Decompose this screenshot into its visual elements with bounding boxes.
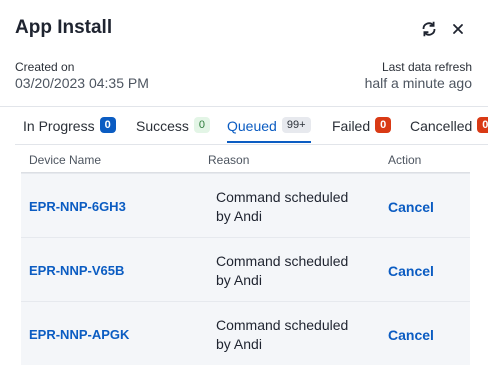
tab-label: In Progress: [23, 118, 95, 134]
created-label: Created on: [15, 60, 75, 74]
count-badge: 99+: [281, 117, 311, 133]
tab-success[interactable]: Success 0: [136, 117, 211, 145]
device-name-link[interactable]: EPR-NNP-APGK: [29, 327, 129, 342]
column-header-device: Device Name: [29, 153, 102, 167]
reason-text: Command scheduled by Andi: [216, 188, 366, 226]
table-row: EPR-NNP-6GH3 Command scheduled by Andi C…: [21, 173, 470, 237]
tab-label: Queued: [227, 118, 277, 134]
close-button[interactable]: [447, 18, 469, 40]
page-title: App Install: [15, 17, 113, 38]
last-refresh-value: half a minute ago: [364, 75, 472, 91]
device-name-link[interactable]: EPR-NNP-6GH3: [29, 199, 126, 214]
cancel-button[interactable]: Cancel: [388, 199, 434, 215]
column-header-action: Action: [388, 153, 422, 167]
count-badge: 0: [375, 117, 392, 133]
install-meta: Created on 03/20/2023 04:35 PM Last data…: [0, 56, 488, 106]
reason-line: Command scheduled: [216, 253, 349, 269]
devices-table: Device Name Reason Action EPR-NNP-6GH3 C…: [21, 145, 470, 365]
tab-cancelled[interactable]: Cancelled 0: [410, 117, 488, 145]
created-value: 03/20/2023 04:35 PM: [15, 75, 149, 91]
count-badge: 0: [477, 117, 488, 133]
reason-text: Command scheduled by Andi: [216, 316, 366, 354]
close-icon: [453, 24, 463, 34]
refresh-icon: [422, 21, 436, 37]
last-refresh-label: Last data refresh: [381, 60, 472, 74]
tab-failed[interactable]: Failed 0: [332, 117, 392, 145]
table-header: Device Name Reason Action: [21, 145, 470, 173]
tab-label: Success: [136, 118, 189, 134]
panel-header: App Install: [0, 0, 488, 56]
device-name-link[interactable]: EPR-NNP-V65B: [29, 263, 124, 278]
reason-line: by Andi: [216, 336, 262, 352]
tab-in-progress[interactable]: In Progress 0: [23, 117, 116, 145]
tab-label: Cancelled: [410, 118, 473, 134]
cancel-button[interactable]: Cancel: [388, 327, 434, 343]
table-row: EPR-NNP-V65B Command scheduled by Andi C…: [21, 237, 470, 301]
reason-line: by Andi: [216, 208, 262, 224]
reason-text: Command scheduled by Andi: [216, 252, 366, 290]
cancel-button[interactable]: Cancel: [388, 263, 434, 279]
reason-line: by Andi: [216, 272, 262, 288]
status-tabs: In Progress 0 Success 0 Queued 99+ Faile…: [0, 107, 488, 145]
count-badge: 0: [99, 117, 116, 133]
tab-queued[interactable]: Queued 99+: [227, 117, 311, 145]
column-header-reason: Reason: [208, 153, 250, 167]
table-row: EPR-NNP-APGK Command scheduled by Andi C…: [21, 301, 470, 365]
tab-label: Failed: [332, 118, 371, 134]
reason-line: Command scheduled: [216, 189, 349, 205]
reason-line: Command scheduled: [216, 317, 349, 333]
refresh-button[interactable]: [418, 18, 440, 40]
count-badge: 0: [193, 117, 211, 133]
